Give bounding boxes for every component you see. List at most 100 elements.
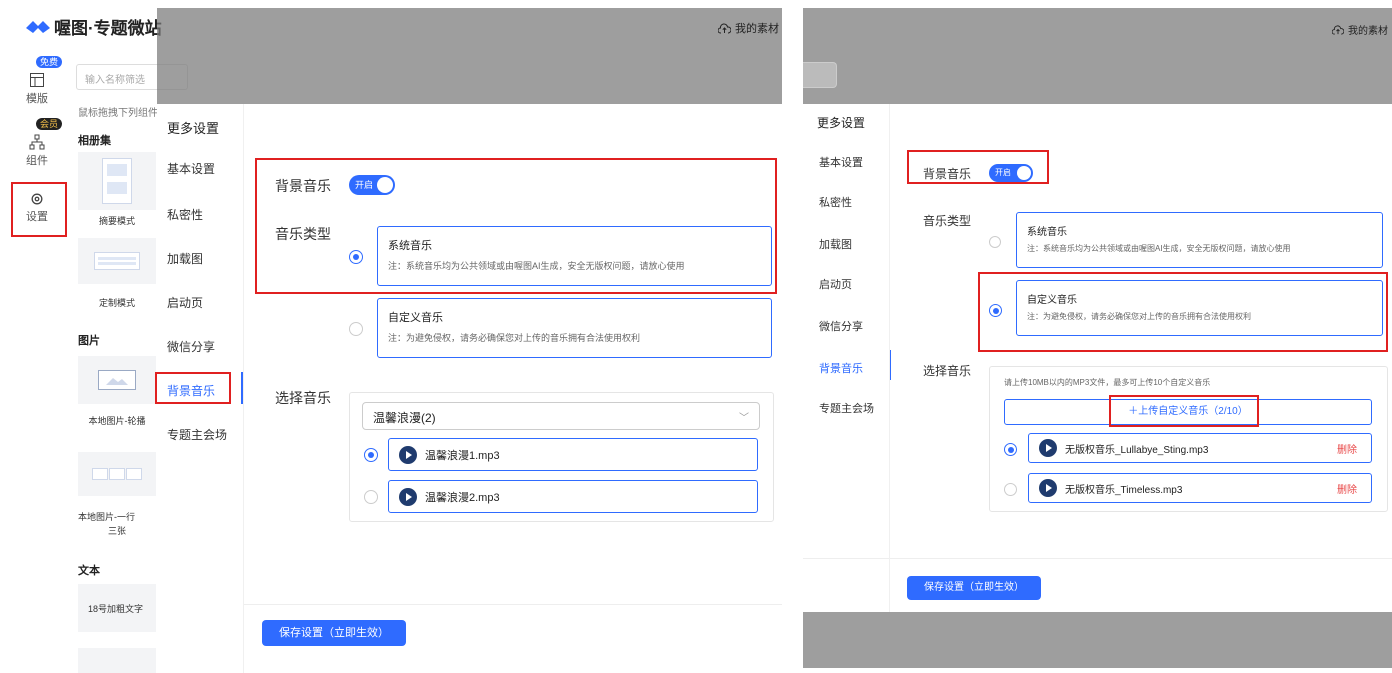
track-name: 无版权音乐_Lullabye_Sting.mp3: [1065, 444, 1209, 456]
my-assets-label: 我的素材: [1348, 26, 1388, 37]
play-icon[interactable]: [399, 487, 417, 506]
rail-item-template[interactable]: 模版: [14, 72, 60, 106]
track-name: 无版权音乐_Timeless.mp3: [1065, 484, 1183, 496]
track-item-2[interactable]: 无版权音乐_Timeless.mp3 删除: [1028, 473, 1372, 503]
card-title: 自定义音乐: [388, 312, 443, 324]
thumb-abstract-mode[interactable]: [78, 152, 156, 210]
system-music-card[interactable]: 系统音乐 注：系统音乐均为公共领域或由喔图AI生成，安全无版权问题，请放心使用: [377, 226, 772, 286]
card-title: 系统音乐: [388, 240, 432, 252]
thumb-caption: 本地图片-一行: [78, 512, 135, 522]
section-pictures: 图片: [78, 335, 100, 347]
delete-track-button[interactable]: 删除: [1337, 441, 1357, 456]
rail-item-component[interactable]: 组件: [14, 134, 60, 168]
image-placeholder-icon: [98, 370, 136, 390]
nav-wechat-share[interactable]: 微信分享: [167, 338, 215, 355]
delete-track-button[interactable]: 删除: [1337, 481, 1357, 496]
track-item-2[interactable]: 温馨浪漫2.mp3: [388, 480, 758, 513]
thumb-custom-mode[interactable]: [78, 238, 156, 284]
radio-track-1[interactable]: [364, 448, 378, 462]
card-desc: 注：系统音乐均为公共领域或由喔图AI生成，安全无版权问题，请放心使用: [1027, 244, 1291, 253]
search-input-fragment: [803, 62, 837, 88]
settings-modal-right: 更多设置 基本设置 私密性 加载图 启动页 微信分享 背景音乐 专题主会场 背景…: [803, 104, 1392, 612]
nav-loading[interactable]: 加载图: [167, 250, 203, 267]
thumb-caption: 18号加粗文字: [88, 604, 144, 614]
thumb-caption: 摘要模式: [98, 216, 135, 226]
radio-track-1[interactable]: [1004, 443, 1017, 456]
nav-launch[interactable]: 启动页: [819, 276, 852, 292]
nav-privacy[interactable]: 私密性: [819, 194, 852, 210]
thumb-more[interactable]: [78, 648, 156, 673]
track-name: 温馨浪漫1.mp3: [425, 449, 500, 462]
nav-main-venue[interactable]: 专题主会场: [819, 400, 874, 416]
app-logo: 喔图·专题微站: [26, 14, 162, 39]
chevron-down-icon: ﹀: [739, 413, 749, 424]
music-type-label: 音乐类型: [923, 214, 972, 228]
music-type-label: 音乐类型: [275, 226, 331, 242]
modal-backdrop: [157, 8, 782, 104]
play-icon[interactable]: [1039, 439, 1057, 457]
nav-wechat-share[interactable]: 微信分享: [819, 318, 863, 334]
rail-label: 组件: [26, 155, 48, 167]
thumb-local-carousel[interactable]: [78, 356, 156, 404]
modal-backdrop: [803, 8, 1392, 104]
radio-custom-music[interactable]: [349, 322, 363, 336]
template-icon: [30, 73, 44, 87]
card-title: 自定义音乐: [1027, 295, 1077, 306]
component-icon: [29, 134, 45, 150]
highlight-box-settings: [11, 182, 67, 237]
thumb-caption: 三张: [107, 526, 126, 536]
bg-music-label: 背景音乐: [275, 178, 331, 194]
nav-main-venue[interactable]: 专题主会场: [167, 426, 227, 443]
radio-track-2[interactable]: [364, 490, 378, 504]
nav-basic[interactable]: 基本设置: [167, 160, 215, 177]
playlist-value: 温馨浪漫(2): [373, 411, 436, 425]
upload-hint: 请上传10MB以内的MP3文件，最多可上传10个自定义音乐: [1004, 378, 1211, 387]
system-music-card[interactable]: 系统音乐 注：系统音乐均为公共领域或由喔图AI生成，安全无版权问题，请放心使用: [1016, 212, 1383, 268]
play-icon[interactable]: [1039, 479, 1057, 497]
my-assets-link[interactable]: 我的素材: [1332, 22, 1388, 37]
nav-divider: [889, 104, 890, 612]
save-settings-button[interactable]: 保存设置（立即生效）: [262, 620, 406, 646]
nav-privacy[interactable]: 私密性: [167, 206, 203, 223]
nav-basic[interactable]: 基本设置: [819, 154, 863, 170]
custom-music-card[interactable]: 自定义音乐 注：为避免侵权，请务必确保您对上传的音乐拥有合法使用权利: [377, 298, 772, 358]
bg-music-toggle[interactable]: 开启: [349, 175, 395, 195]
member-badge: 会员: [36, 118, 63, 130]
thumb-bold-text[interactable]: 18号加粗文字: [78, 584, 156, 632]
rail-label: 模版: [26, 93, 48, 105]
modal-title: 更多设置: [167, 121, 220, 136]
nav-divider: [243, 104, 244, 673]
modal-backdrop-bottom: [803, 612, 1392, 668]
footer-divider: [243, 604, 782, 605]
card-title: 系统音乐: [1027, 227, 1067, 238]
track-item-1[interactable]: 无版权音乐_Lullabye_Sting.mp3 删除: [1028, 433, 1372, 463]
radio-track-2[interactable]: [1004, 483, 1017, 496]
music-select-box: 请上传10MB以内的MP3文件，最多可上传10个自定义音乐 ＋上传自定义音乐（2…: [989, 366, 1388, 512]
playlist-select[interactable]: 温馨浪漫(2) ﹀: [362, 402, 760, 430]
settings-modal-left: 更多设置 基本设置 私密性 加载图 启动页 微信分享 背景音乐 专题主会场 背景…: [155, 104, 782, 673]
drag-hint: 鼠标拖拽下列组件: [78, 108, 158, 119]
card-desc: 注：系统音乐均为公共领域或由喔图AI生成，安全无版权问题，请放心使用: [388, 261, 685, 271]
thumb-local-row[interactable]: [78, 452, 156, 496]
footer-divider: [803, 558, 1392, 559]
highlight-box-nav: [155, 372, 231, 404]
nav-bg-music[interactable]: 背景音乐: [819, 360, 863, 376]
radio-system-music[interactable]: [989, 236, 1001, 248]
radio-system-music[interactable]: [349, 250, 363, 264]
cloud-upload-icon: [1332, 24, 1344, 35]
toggle-label: 开启: [355, 180, 374, 190]
my-assets-link[interactable]: 我的素材: [718, 20, 779, 36]
nav-launch[interactable]: 启动页: [167, 294, 203, 311]
radio-custom-music[interactable]: [989, 304, 1002, 317]
custom-music-card[interactable]: 自定义音乐 注：为避免侵权，请务必确保您对上传的音乐拥有合法使用权利: [1016, 280, 1383, 336]
track-name: 温馨浪漫2.mp3: [425, 491, 500, 504]
card-desc: 注：为避免侵权，请务必确保您对上传的音乐拥有合法使用权利: [1027, 312, 1251, 321]
save-settings-button[interactable]: 保存设置（立即生效）: [907, 576, 1041, 600]
image-placeholder-icon: [102, 158, 132, 204]
bg-music-toggle[interactable]: 开启: [989, 164, 1033, 182]
modal-title: 更多设置: [817, 116, 866, 130]
nav-loading[interactable]: 加载图: [819, 236, 852, 252]
play-icon[interactable]: [399, 445, 417, 464]
track-item-1[interactable]: 温馨浪漫1.mp3: [388, 438, 758, 471]
select-music-label: 选择音乐: [275, 390, 331, 406]
